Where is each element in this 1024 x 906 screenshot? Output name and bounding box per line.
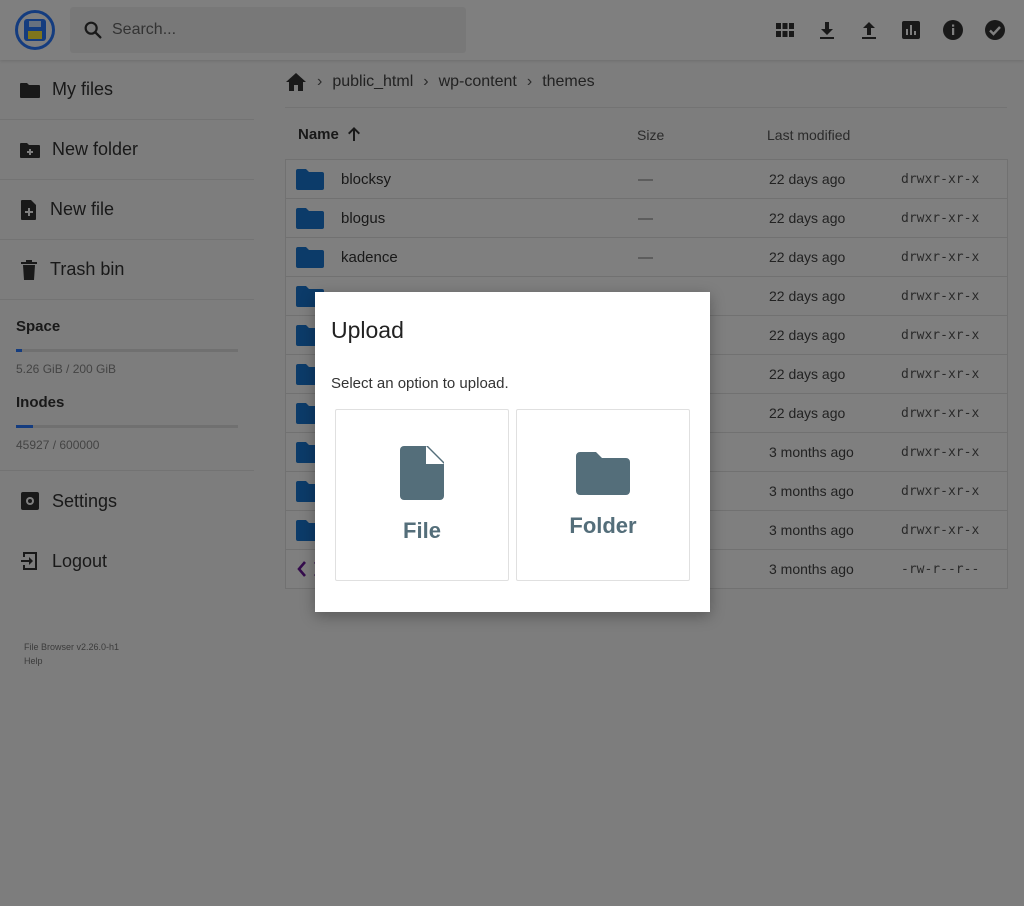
file-icon — [400, 446, 444, 500]
dialog-title: Upload — [331, 317, 404, 343]
file-option-label: File — [403, 518, 441, 543]
folder-option-label: Folder — [569, 513, 637, 538]
upload-file-button[interactable]: File — [335, 409, 509, 581]
folder-icon — [576, 452, 630, 495]
dialog-text: Select an option to upload. — [331, 375, 509, 392]
upload-dialog: Upload Select an option to upload. File … — [315, 292, 710, 612]
upload-folder-button[interactable]: Folder — [516, 409, 690, 581]
